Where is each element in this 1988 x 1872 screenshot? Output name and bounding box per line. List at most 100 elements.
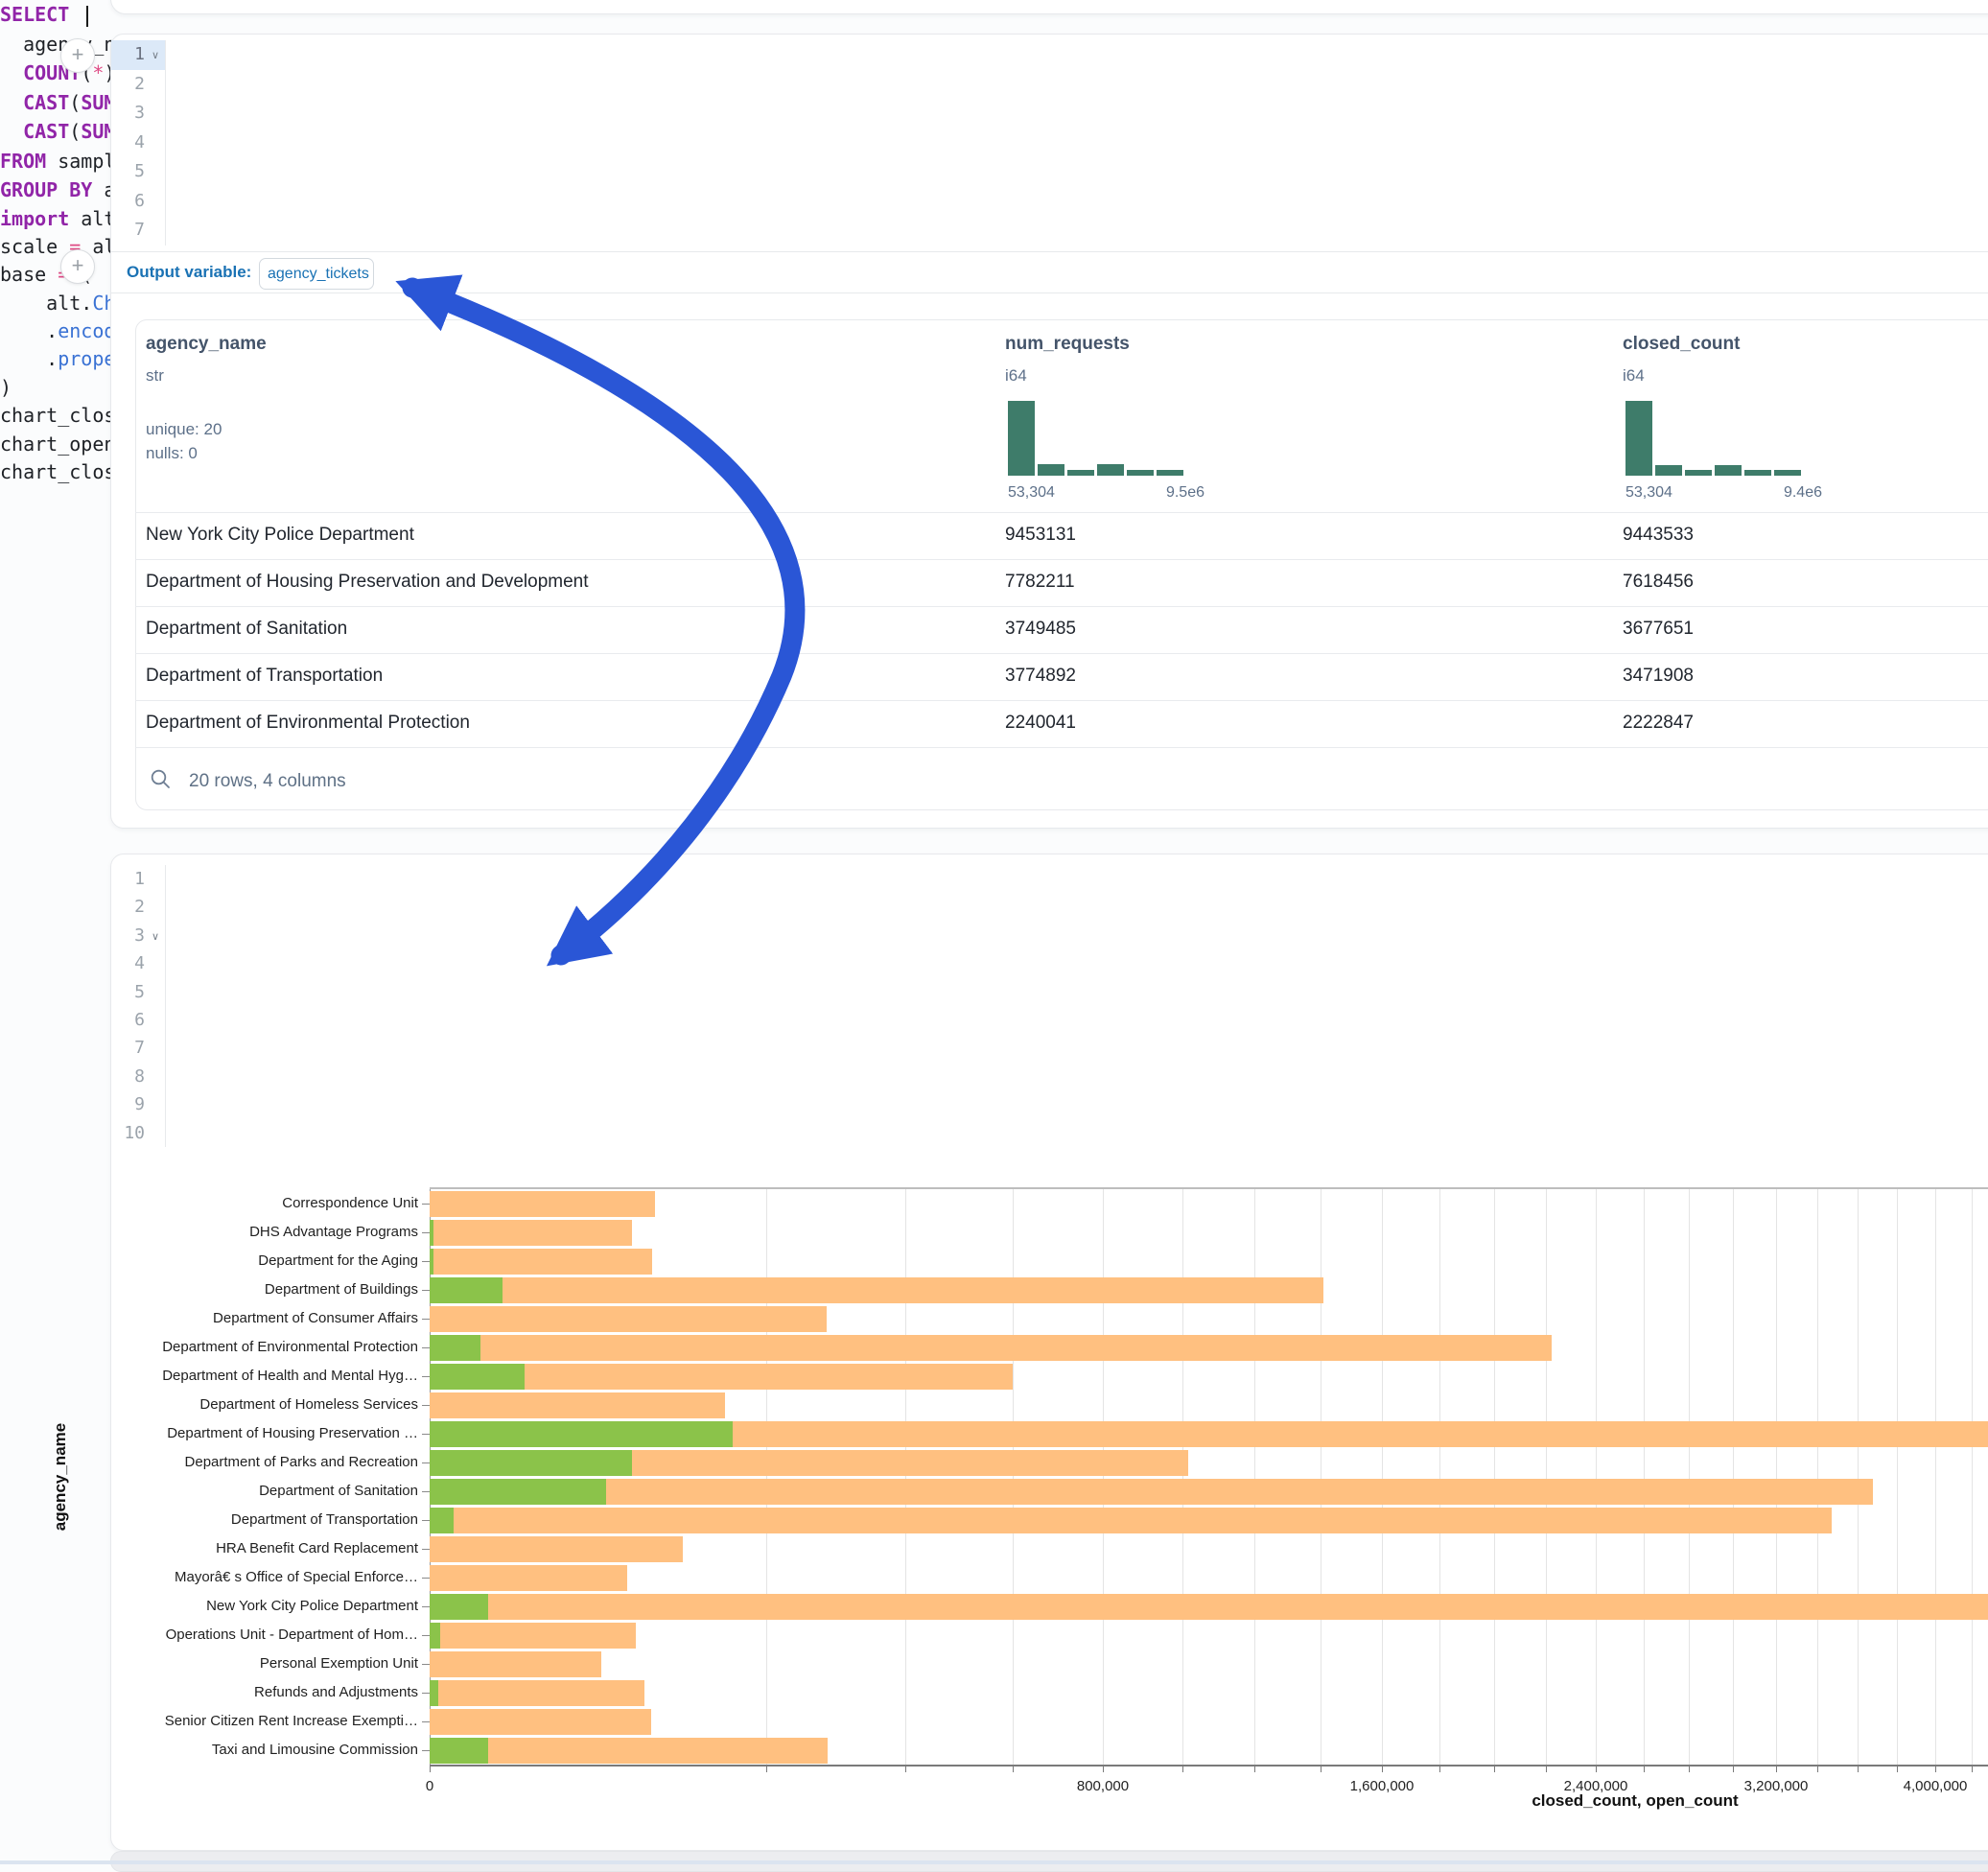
line-number: 1 (104, 44, 145, 64)
y-axis-label: Department of Parks and Recreation (150, 1454, 418, 1470)
closed-count-bar (430, 1536, 683, 1562)
column-header-closed_count[interactable]: closed_count (1623, 334, 1740, 355)
histogram-bar (1157, 470, 1183, 476)
line-number: 7 (104, 1038, 145, 1058)
closed-count-bar (430, 1392, 725, 1418)
y-axis-tick (422, 1405, 430, 1406)
y-axis-label: Operations Unit - Department of Hom… (150, 1626, 418, 1643)
y-axis-tick (422, 1462, 430, 1463)
x-axis-tick (430, 1767, 431, 1772)
line-number: 3 (104, 103, 145, 123)
closed-count-bar (430, 1508, 1832, 1533)
y-axis-tick (422, 1721, 430, 1722)
x-axis-tick (1182, 1767, 1183, 1772)
search-icon[interactable] (150, 768, 173, 791)
open-count-bar (430, 1738, 488, 1764)
y-axis-tick (422, 1347, 430, 1348)
line-number: 10 (104, 1123, 145, 1143)
table-cell: 3774892 (1005, 666, 1076, 687)
column-stat: unique: 20 (146, 420, 222, 439)
gridline (1689, 1189, 1690, 1765)
y-axis-tick (422, 1232, 430, 1233)
y-axis-label: Department of Health and Mental Hyg… (150, 1368, 418, 1384)
gridline (1013, 1189, 1014, 1765)
gridline (1546, 1189, 1547, 1765)
y-axis-tick (422, 1376, 430, 1377)
column-stat: nulls: 0 (146, 444, 198, 463)
closed-count-bar (430, 1680, 644, 1706)
y-axis-label: Mayorâ€ s Office of Special Enforce… (150, 1569, 418, 1585)
output-variable-value: agency_tickets (260, 259, 373, 289)
gridline (905, 1189, 906, 1765)
open-count-bar (430, 1594, 488, 1620)
y-axis-tick (422, 1606, 430, 1607)
histogram-bar (1008, 401, 1035, 476)
open-count-bar (430, 1680, 438, 1706)
x-axis-title: closed_count, open_count (1443, 1791, 1827, 1811)
y-axis-label: Department of Transportation (150, 1511, 418, 1528)
open-count-bar (430, 1479, 606, 1505)
y-axis-label: Department of Environmental Protection (150, 1339, 418, 1355)
gridline (1439, 1189, 1440, 1765)
x-axis-tick (1013, 1767, 1014, 1772)
line-number: 5 (104, 161, 145, 181)
y-axis-tick (422, 1549, 430, 1550)
gridline (1596, 1189, 1597, 1765)
y-axis-tick (422, 1664, 430, 1665)
open-count-bar (430, 1364, 525, 1390)
x-axis-tick (905, 1767, 906, 1772)
histogram-bar (1655, 465, 1682, 476)
histogram-bar (1715, 465, 1742, 476)
table-cell: 9453131 (1005, 525, 1076, 546)
x-axis-tick (1733, 1767, 1734, 1772)
line-number: 2 (104, 74, 145, 94)
gridline (766, 1189, 767, 1765)
divider-above-output (111, 251, 1988, 252)
table-cell: Department of Housing Preservation and D… (146, 572, 589, 593)
closed-count-bar (430, 1335, 1552, 1361)
histogram-bar (1744, 470, 1771, 476)
x-axis-tick (1972, 1767, 1973, 1772)
line-number: 2 (104, 897, 145, 917)
column-type: i64 (1623, 366, 1645, 386)
column-header-agency_name[interactable]: agency_name (146, 334, 267, 355)
y-axis-label: Senior Citizen Rent Increase Exempti… (150, 1713, 418, 1729)
line-number: 4 (104, 132, 145, 152)
add-cell-button-top[interactable]: + (60, 38, 95, 73)
x-axis-tick (1689, 1767, 1690, 1772)
gridline (1776, 1189, 1777, 1765)
y-axis-label: HRA Benefit Card Replacement (150, 1540, 418, 1556)
y-axis-tick (422, 1635, 430, 1636)
line-number: 7 (104, 220, 145, 240)
x-axis-tick (1546, 1767, 1547, 1772)
closed-count-bar (430, 1738, 828, 1764)
table-row-divider (135, 700, 1988, 701)
y-axis-label: Department for the Aging (150, 1252, 418, 1269)
y-axis-label: Refunds and Adjustments (150, 1684, 418, 1700)
collapse-chevron-icon[interactable]: ∨ (152, 930, 159, 943)
open-count-bar (430, 1450, 632, 1476)
y-axis-label: DHS Advantage Programs (150, 1224, 418, 1240)
add-cell-button-output[interactable]: + (60, 249, 95, 284)
histogram-bar (1625, 401, 1652, 476)
collapse-chevron-icon[interactable]: ∨ (152, 49, 159, 61)
y-axis-label: Department of Buildings (150, 1281, 418, 1298)
table-cell: 2222847 (1623, 713, 1694, 734)
x-axis-tick (1382, 1767, 1383, 1772)
gridline (1254, 1189, 1255, 1765)
table-row-divider (135, 653, 1988, 654)
y-axis-label: Department of Sanitation (150, 1483, 418, 1499)
gutter-divider (165, 40, 166, 246)
output-variable-pill[interactable]: agency_tickets (259, 258, 374, 290)
table-cell: 3471908 (1623, 666, 1694, 687)
x-axis-tick (1644, 1767, 1645, 1772)
x-axis-tick (1103, 1767, 1104, 1772)
table-cell: Department of Sanitation (146, 619, 347, 640)
table-cell: 7782211 (1005, 572, 1075, 593)
gridline (1858, 1189, 1859, 1765)
y-axis-tick (422, 1204, 430, 1205)
column-header-num_requests[interactable]: num_requests (1005, 334, 1130, 355)
x-axis-tick-label: 0 (363, 1778, 497, 1794)
table-cell: 7618456 (1623, 572, 1694, 593)
histogram-bar (1038, 464, 1064, 476)
